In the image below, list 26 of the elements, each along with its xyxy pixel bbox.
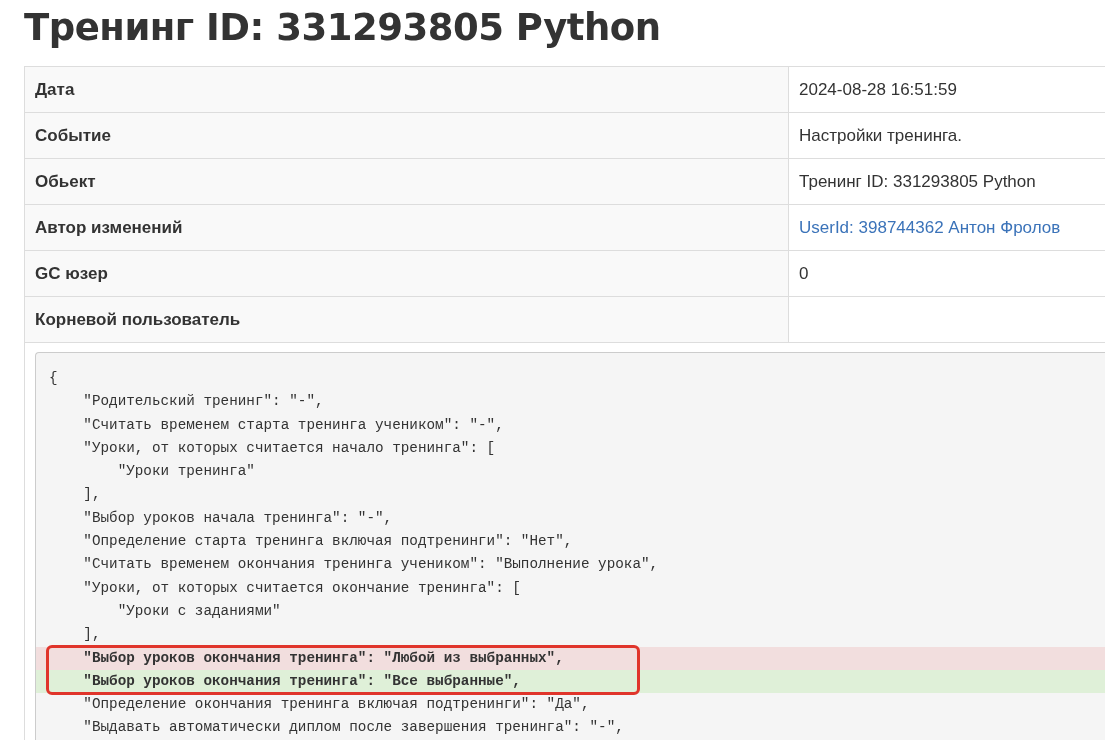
code-line: "Определение старта тренинга включая подтренинги": "Нет", — [82, 532, 574, 552]
row-label: Событие — [25, 113, 789, 158]
page-title: Тренинг ID: 331293805 Python — [24, 5, 662, 51]
code-line: "Уроки тренинга" — [116, 462, 256, 482]
row-value: 2024-08-28 16:51:59 — [798, 78, 958, 101]
row-label: GC юзер — [25, 251, 789, 296]
row-label: Автор изменений — [25, 205, 789, 250]
row-label: Обьект — [25, 159, 789, 204]
code-line: { — [48, 369, 59, 388]
code-line: "Уроки с заданиями" — [116, 601, 282, 621]
code-line: "Выдавать автоматически диплом после завершения тренинга": "-", — [82, 718, 625, 738]
code-line: "Родительский тренинг": "-", — [82, 392, 325, 412]
code-line: "Выбор уроков начала тренинга": "-", — [82, 508, 394, 528]
code-line: "Уроки, от которых считается окончание тренинга": [ — [82, 578, 522, 598]
code-line: ], — [82, 625, 102, 645]
row-label: Дата — [25, 67, 789, 112]
code-line: "Считать временем окончания тренинга учеником": "Выполнение урока", — [82, 555, 660, 575]
code-line: "Считать временем старта тренинга учеником": "-", — [82, 415, 505, 435]
code-line: "Уроки, от которых считается начало тренинга": [ — [82, 438, 497, 458]
code-line: "Определение окончания тренинга включая подтренинги": "Да", — [82, 695, 591, 715]
row-label: Корневой пользователь — [25, 297, 789, 342]
row-value: 0 — [798, 262, 810, 285]
user-link[interactable]: UserId: 398744362 Антон Фролов — [789, 205, 1105, 250]
row-value: Настройки тренинга. — [798, 124, 964, 147]
code-line: ], — [82, 485, 102, 505]
row-value: Тренинг ID: 331293805 Python — [798, 170, 1037, 193]
